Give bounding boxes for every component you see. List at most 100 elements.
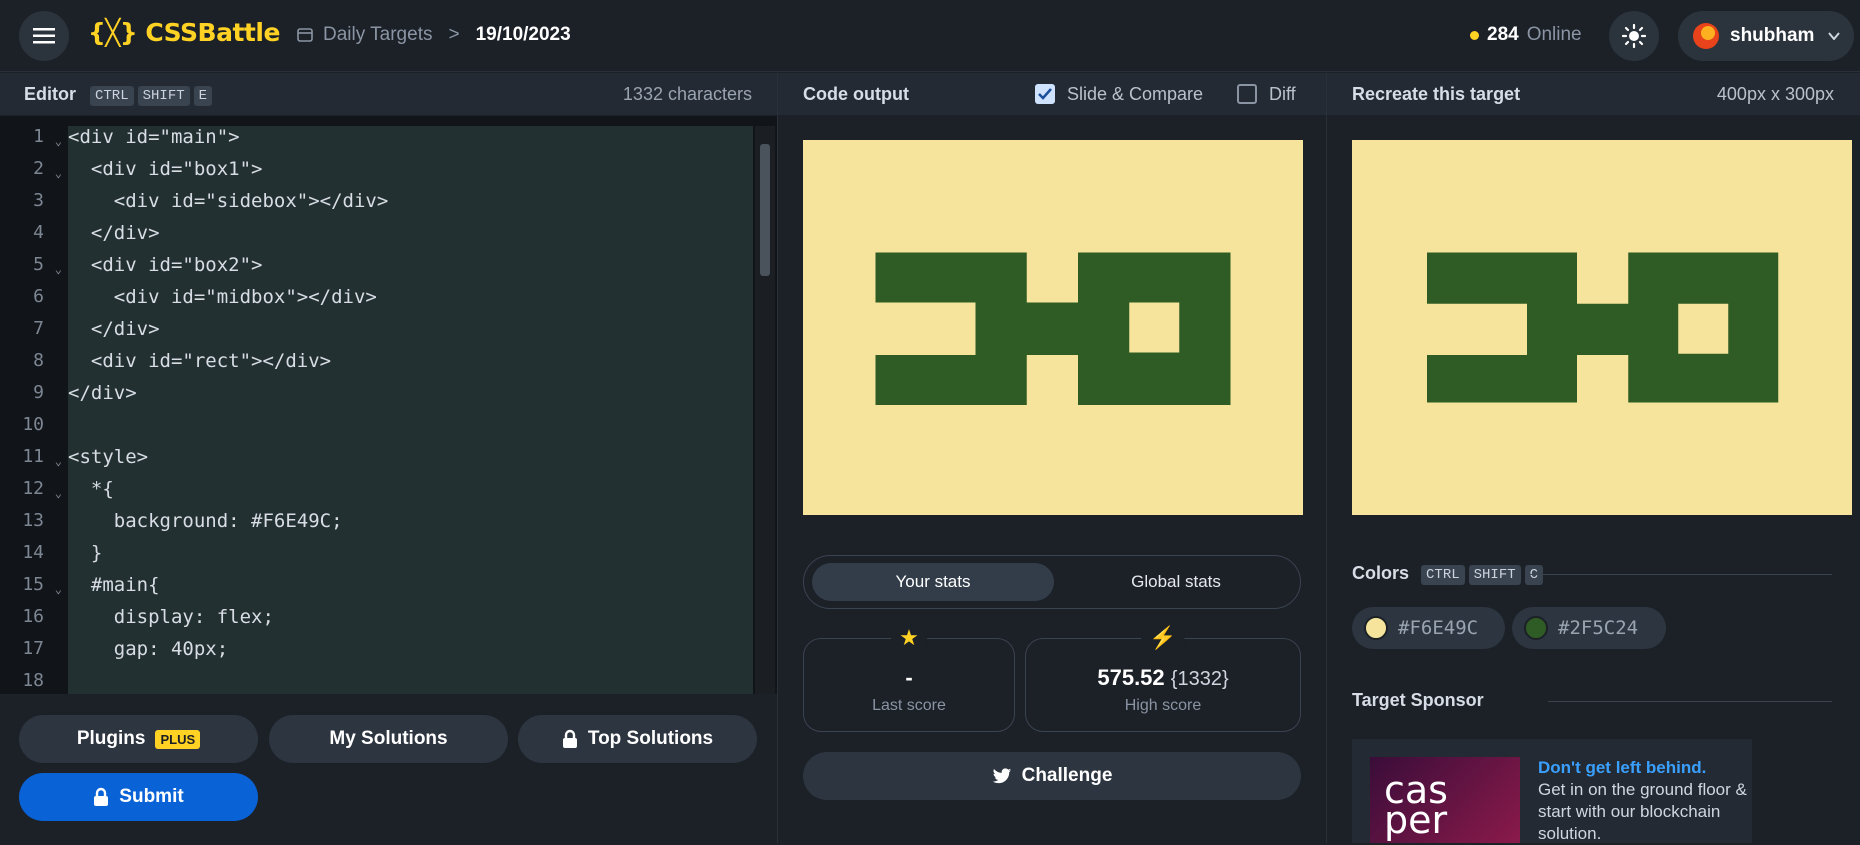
line-number: 1 ⌄ bbox=[33, 126, 62, 150]
shortcut-key: E bbox=[193, 85, 213, 106]
top-solutions-label: Top Solutions bbox=[587, 728, 714, 749]
code-line[interactable]: *{ bbox=[68, 478, 753, 510]
logo[interactable]: {╳} CSSBattle bbox=[88, 18, 280, 47]
code-line[interactable] bbox=[68, 670, 753, 694]
output-title: Code output bbox=[803, 83, 909, 104]
online-count: 284 bbox=[1487, 24, 1519, 45]
star-icon: ★ bbox=[891, 625, 927, 651]
sponsor-card[interactable]: cas per Don't get left behind. Get in on… bbox=[1352, 739, 1752, 843]
top-bar: {╳} CSSBattle Daily Targets > 19/10/2023… bbox=[0, 0, 1860, 72]
code-line[interactable]: <div id="midbox"></div> bbox=[68, 286, 753, 318]
scrollbar-thumb[interactable] bbox=[760, 144, 770, 276]
hamburger-icon bbox=[33, 28, 55, 44]
slide-compare-label: Slide & Compare bbox=[1067, 83, 1204, 104]
code-line[interactable]: <div id="box2"> bbox=[68, 254, 753, 286]
shortcut-key: CTRL bbox=[1421, 565, 1465, 585]
code-line[interactable]: display: flex; bbox=[68, 606, 753, 638]
fold-icon[interactable]: ⌄ bbox=[55, 164, 62, 182]
code-area[interactable]: <div id="main"> <div id="box1"> <div id=… bbox=[68, 126, 753, 694]
my-solutions-button[interactable]: My Solutions bbox=[269, 715, 508, 763]
line-number: 8 bbox=[33, 350, 44, 371]
breadcrumb-daily-targets[interactable]: Daily Targets bbox=[323, 24, 432, 46]
code-line[interactable]: <div id="box1"> bbox=[68, 158, 753, 190]
target-canvas[interactable] bbox=[1352, 140, 1852, 515]
panel-divider bbox=[1326, 73, 1327, 843]
sponsor-copy: Don't get left behind. Get in on the gro… bbox=[1538, 757, 1748, 845]
fold-icon[interactable]: ⌄ bbox=[55, 132, 62, 150]
color-swatch-shape[interactable]: #2F5C24 bbox=[1512, 607, 1666, 649]
colors-title: Colors bbox=[1352, 563, 1410, 583]
divider bbox=[1548, 701, 1832, 702]
code-line[interactable] bbox=[68, 414, 753, 446]
online-label: Online bbox=[1526, 24, 1582, 45]
sponsor-logo: cas per bbox=[1370, 757, 1520, 843]
divider bbox=[1530, 574, 1832, 575]
submit-button[interactable]: Submit bbox=[19, 773, 258, 821]
chevron-down-icon bbox=[1828, 32, 1841, 40]
sponsor-headline[interactable]: Don't get left behind. bbox=[1538, 757, 1748, 779]
top-solutions-button[interactable]: Top Solutions bbox=[518, 715, 757, 763]
code-line[interactable]: background: #F6E49C; bbox=[68, 510, 753, 542]
sun-icon bbox=[1622, 24, 1646, 48]
line-number: 10 bbox=[22, 414, 44, 435]
slide-compare-toggle[interactable]: Slide & Compare bbox=[1035, 84, 1203, 105]
fold-icon[interactable]: ⌄ bbox=[55, 452, 62, 470]
color-dot bbox=[1524, 616, 1548, 640]
plus-badge: PLUS bbox=[155, 729, 201, 749]
lock-icon bbox=[94, 787, 109, 806]
challenge-label: Challenge bbox=[1021, 765, 1113, 786]
high-score-label: High score bbox=[1124, 697, 1202, 714]
fold-icon[interactable]: ⌄ bbox=[55, 580, 62, 598]
tab-your-stats[interactable]: Your stats bbox=[812, 563, 1054, 601]
code-line[interactable]: <div id="main"> bbox=[68, 126, 753, 158]
user-menu[interactable]: shubham bbox=[1678, 11, 1854, 61]
challenge-button[interactable]: Challenge bbox=[803, 752, 1301, 800]
theme-toggle-button[interactable] bbox=[1609, 11, 1659, 61]
line-number: 3 bbox=[33, 190, 44, 211]
code-editor[interactable]: 1 ⌄ 2 ⌄ 3 4 5 ⌄ 6 7 8 9 10 11 ⌄ 12 ⌄ 13 14 15… bbox=[0, 116, 777, 694]
code-line[interactable]: <style> bbox=[68, 446, 753, 478]
high-score-card: ⚡ 575.52 {1332} High score bbox=[1025, 625, 1301, 732]
target-size: 400px x 300px bbox=[1716, 83, 1834, 104]
diff-checkbox[interactable] bbox=[1237, 84, 1257, 104]
line-number: 5 ⌄ bbox=[33, 254, 62, 278]
fold-icon[interactable]: ⌄ bbox=[55, 260, 62, 278]
shortcut-key: SHIFT bbox=[1468, 565, 1521, 585]
code-line[interactable]: </div> bbox=[68, 318, 753, 350]
line-number: 12 ⌄ bbox=[22, 478, 62, 502]
code-output-canvas[interactable] bbox=[803, 140, 1303, 515]
lock-icon bbox=[562, 729, 577, 748]
tab-global-stats[interactable]: Global stats bbox=[1060, 563, 1292, 601]
code-line[interactable]: } bbox=[68, 542, 753, 574]
target-shape bbox=[1427, 252, 1779, 403]
code-line[interactable]: </div> bbox=[68, 222, 753, 254]
editor-scrollbar[interactable] bbox=[755, 126, 775, 694]
fold-icon[interactable]: ⌄ bbox=[55, 484, 62, 502]
code-line[interactable]: <div id="sidebox"></div> bbox=[68, 190, 753, 222]
plugins-button[interactable]: Plugins PLUS bbox=[19, 715, 258, 763]
diff-toggle[interactable]: Diff bbox=[1237, 84, 1296, 105]
code-line[interactable]: gap: 40px; bbox=[68, 638, 753, 670]
code-line[interactable]: #main{ bbox=[68, 574, 753, 606]
shortcut-key: C bbox=[1524, 565, 1544, 585]
color-code: #F6E49C bbox=[1398, 617, 1479, 639]
target-header: Recreate this target 400px x 300px bbox=[1327, 73, 1860, 115]
last-score-card: ★ - Last score bbox=[803, 625, 1015, 732]
line-number: 6 bbox=[33, 286, 44, 307]
code-line[interactable]: <div id="rect"></div> bbox=[68, 350, 753, 382]
color-dot bbox=[1364, 616, 1388, 640]
shortcut-key: SHIFT bbox=[137, 85, 190, 106]
color-swatch-bg[interactable]: #F6E49C bbox=[1352, 607, 1505, 649]
breadcrumb-date: 19/10/2023 bbox=[475, 24, 571, 45]
calendar-icon bbox=[297, 28, 313, 42]
sponsor-text: Get in on the ground floor & start with … bbox=[1538, 780, 1747, 843]
menu-button[interactable] bbox=[19, 11, 69, 61]
line-number: 16 bbox=[22, 606, 44, 627]
slide-compare-checkbox[interactable] bbox=[1035, 84, 1055, 104]
sponsor-title: Target Sponsor bbox=[1352, 690, 1484, 710]
high-score-value: 575.52 bbox=[1097, 665, 1165, 690]
color-code: #2F5C24 bbox=[1558, 617, 1639, 639]
editor-title: Editor bbox=[24, 83, 76, 104]
line-gutter: 1 ⌄ 2 ⌄ 3 4 5 ⌄ 6 7 8 9 10 11 ⌄ 12 ⌄ 13 14 15… bbox=[0, 128, 68, 694]
code-line[interactable]: </div> bbox=[68, 382, 753, 414]
